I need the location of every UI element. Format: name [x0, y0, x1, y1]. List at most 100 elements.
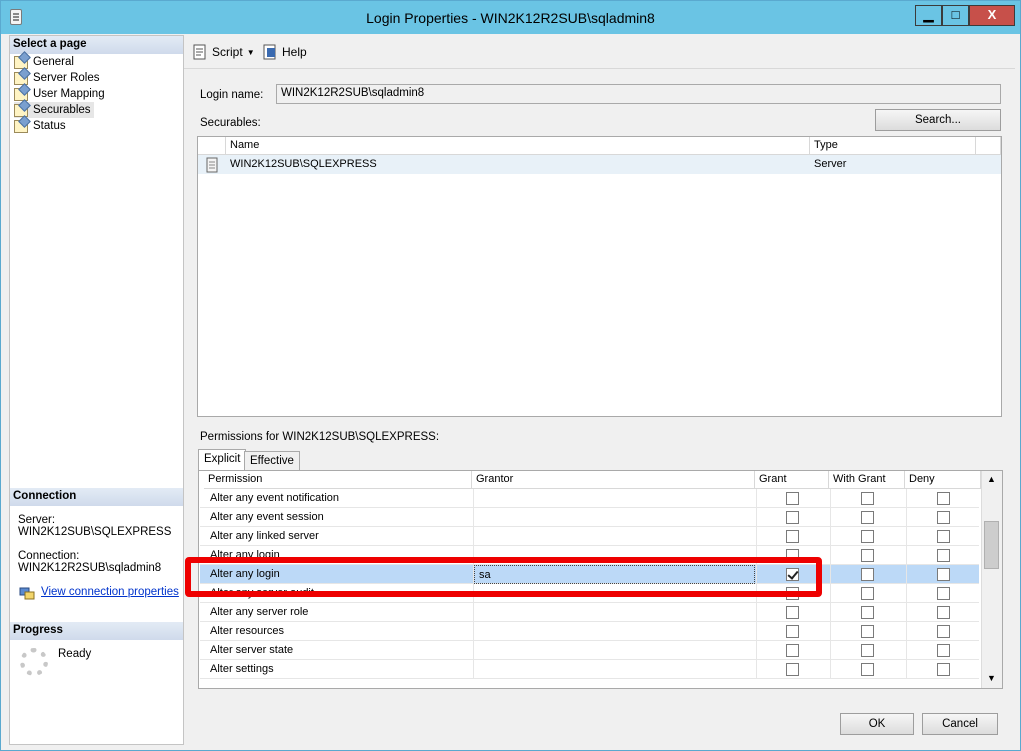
permissions-label: Permissions for WIN2K12SUB\SQLEXPRESS: — [200, 431, 440, 443]
deny-checkbox[interactable] — [937, 606, 950, 619]
cancel-button[interactable]: Cancel — [922, 713, 998, 735]
scroll-down-icon[interactable]: ▼ — [987, 673, 996, 683]
table-row[interactable]: Alter any linked server — [200, 527, 979, 546]
table-row[interactable]: Alter any login — [200, 546, 979, 565]
column-divider — [756, 641, 757, 660]
wrench-page-icon — [14, 71, 28, 85]
grant-checkbox[interactable] — [786, 568, 799, 581]
scroll-thumb[interactable] — [984, 521, 999, 569]
table-row[interactable]: Alter server state — [200, 641, 979, 660]
deny-checkbox[interactable] — [937, 644, 950, 657]
page-item-securables[interactable]: Securables — [14, 102, 94, 118]
scroll-up-icon[interactable]: ▲ — [987, 474, 996, 484]
deny-checkbox[interactable] — [937, 568, 950, 581]
with-grant-checkbox[interactable] — [861, 587, 874, 600]
tab-explicit[interactable]: Explicit — [198, 449, 247, 471]
page-item-server-roles[interactable]: Server Roles — [14, 70, 99, 86]
column-header-permission[interactable]: Permission — [204, 471, 472, 489]
grant-checkbox[interactable] — [786, 644, 799, 657]
column-divider — [830, 489, 831, 508]
permission-cell: Alter server state — [210, 644, 294, 656]
column-header-deny[interactable]: Deny — [905, 471, 981, 489]
grantor-cell[interactable] — [474, 660, 755, 679]
close-button[interactable]: X — [969, 5, 1015, 26]
with-grant-checkbox[interactable] — [861, 530, 874, 543]
column-divider — [830, 565, 831, 584]
page-item-status[interactable]: Status — [14, 118, 66, 134]
grant-checkbox[interactable] — [786, 530, 799, 543]
grant-checkbox[interactable] — [786, 511, 799, 524]
permissions-scrollbar[interactable]: ▲ ▼ — [981, 471, 1002, 688]
login-name-field[interactable]: WIN2K12R2SUB\sqladmin8 — [276, 84, 1001, 104]
with-grant-checkbox[interactable] — [861, 663, 874, 676]
securable-name-cell[interactable]: WIN2K12SUB\SQLEXPRESS — [226, 155, 810, 174]
with-grant-checkbox[interactable] — [861, 625, 874, 638]
with-grant-checkbox[interactable] — [861, 568, 874, 581]
connection-value: WIN2K12R2SUB\sqladmin8 — [18, 562, 162, 574]
deny-checkbox[interactable] — [937, 549, 950, 562]
sidebar: Select a page General Server Roles User … — [9, 35, 184, 745]
table-row[interactable]: Alter settings — [200, 660, 979, 679]
grantor-cell[interactable] — [474, 641, 755, 660]
with-grant-checkbox[interactable] — [861, 606, 874, 619]
tab-effective[interactable]: Effective — [244, 451, 300, 471]
search-button[interactable]: Search... — [875, 109, 1001, 131]
deny-checkbox[interactable] — [937, 530, 950, 543]
maximize-button[interactable]: □ — [942, 5, 969, 26]
column-header-type[interactable]: Type — [810, 137, 976, 155]
grantor-cell[interactable] — [474, 622, 755, 641]
grant-checkbox[interactable] — [786, 606, 799, 619]
column-divider — [830, 641, 831, 660]
minimize-button[interactable]: ▁ — [915, 5, 942, 26]
ok-button[interactable]: OK — [840, 713, 914, 735]
column-header-grantor[interactable]: Grantor — [472, 471, 755, 489]
with-grant-checkbox[interactable] — [861, 492, 874, 505]
deny-checkbox[interactable] — [937, 663, 950, 676]
help-button[interactable]: Help — [262, 43, 307, 61]
grantor-cell[interactable] — [474, 584, 755, 603]
grid-header-blank — [976, 137, 1001, 155]
title-bar[interactable]: Login Properties - WIN2K12R2SUB\sqladmin… — [1, 1, 1020, 34]
column-divider — [756, 584, 757, 603]
grant-checkbox[interactable] — [786, 549, 799, 562]
deny-checkbox[interactable] — [937, 625, 950, 638]
main-content: Login name: WIN2K12R2SUB\sqladmin8 Secur… — [184, 69, 1015, 705]
deny-checkbox[interactable] — [937, 492, 950, 505]
grant-checkbox[interactable] — [786, 587, 799, 600]
permission-cell: Alter any login — [210, 568, 280, 580]
with-grant-checkbox[interactable] — [861, 644, 874, 657]
grant-checkbox[interactable] — [786, 663, 799, 676]
column-header-name[interactable]: Name — [226, 137, 810, 155]
column-divider — [906, 546, 907, 565]
dropdown-arrow-icon[interactable]: ▼ — [247, 48, 255, 57]
table-row[interactable]: Alter any server audit — [200, 584, 979, 603]
grantor-cell[interactable] — [474, 546, 755, 565]
table-row[interactable]: Alter any event session — [200, 508, 979, 527]
with-grant-checkbox[interactable] — [861, 549, 874, 562]
table-row[interactable]: Alter any event notification — [200, 489, 979, 508]
deny-checkbox[interactable] — [937, 587, 950, 600]
securable-type-cell[interactable]: Server — [810, 155, 976, 174]
deny-checkbox[interactable] — [937, 511, 950, 524]
table-row[interactable]: Alter any login sa — [200, 565, 979, 584]
grant-checkbox[interactable] — [786, 492, 799, 505]
grantor-cell[interactable] — [474, 527, 755, 546]
view-connection-properties-link[interactable]: View connection properties — [41, 586, 179, 598]
grant-checkbox[interactable] — [786, 625, 799, 638]
grantor-cell[interactable] — [474, 489, 755, 508]
server-label: Server: — [18, 514, 56, 526]
permission-cell: Alter any event session — [210, 511, 324, 523]
with-grant-checkbox[interactable] — [861, 511, 874, 524]
script-button[interactable]: Script ▼ — [192, 43, 255, 61]
column-header-with-grant[interactable]: With Grant — [829, 471, 905, 489]
permission-cell: Alter any server role — [210, 606, 309, 618]
column-divider — [756, 508, 757, 527]
page-item-user-mapping[interactable]: User Mapping — [14, 86, 105, 102]
grantor-cell[interactable]: sa — [474, 565, 755, 584]
table-row[interactable]: Alter any server role — [200, 603, 979, 622]
grantor-cell[interactable] — [474, 603, 755, 622]
grantor-cell[interactable] — [474, 508, 755, 527]
table-row[interactable]: Alter resources — [200, 622, 979, 641]
column-header-grant[interactable]: Grant — [755, 471, 829, 489]
column-divider — [830, 660, 831, 679]
